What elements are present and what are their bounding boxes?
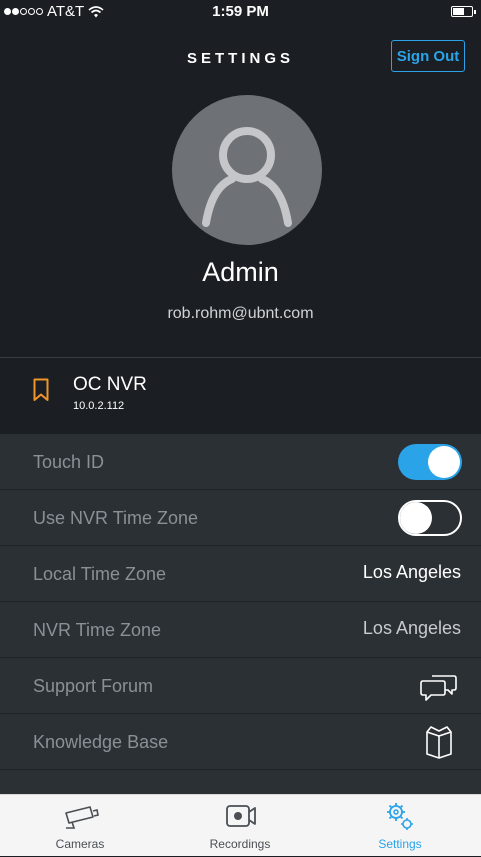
gears-icon: [387, 803, 413, 830]
nvr-time-zone-row: NVR Time Zone Los Angeles: [0, 602, 481, 658]
use-nvr-time-zone-row: Use NVR Time Zone: [0, 490, 481, 546]
local-time-zone-row[interactable]: Local Time Zone Los Angeles: [0, 546, 481, 602]
video-recording-icon: [226, 805, 256, 827]
support-forum-row[interactable]: Support Forum: [0, 658, 481, 714]
settings-list: Touch ID Use NVR Time Zone Local Time Zo…: [0, 434, 481, 794]
tab-recordings-label: Recordings: [209, 837, 271, 851]
sign-out-button[interactable]: Sign Out: [391, 40, 465, 72]
tab-recordings[interactable]: Recordings: [160, 795, 320, 857]
use-nvr-time-zone-toggle[interactable]: [398, 500, 462, 536]
touch-id-toggle[interactable]: [398, 444, 462, 480]
use-nvr-time-zone-label: Use NVR Time Zone: [33, 508, 199, 528]
camera-icon: [65, 806, 99, 829]
local-time-zone-label: Local Time Zone: [33, 564, 167, 584]
knowledge-base-label: Knowledge Base: [33, 732, 169, 752]
status-time: 1:59 PM: [212, 3, 269, 20]
support-forum-label: Support Forum: [33, 676, 154, 696]
chat-bubbles-icon: [420, 675, 457, 701]
touch-id-label: Touch ID: [33, 452, 105, 472]
tab-cameras[interactable]: Cameras: [0, 795, 160, 857]
nvr-ip: 10.0.2.112: [73, 400, 125, 412]
bookmark-icon: [33, 378, 49, 401]
nvr-selector[interactable]: OC NVR 10.0.2.112: [0, 358, 481, 434]
local-time-zone-value: Los Angeles: [362, 562, 461, 582]
tab-bar: Cameras Recordings Settings: [0, 794, 481, 856]
user-name: Admin: [202, 257, 279, 287]
tab-cameras-label: Cameras: [55, 837, 105, 851]
tab-settings-label: Settings: [378, 837, 422, 851]
touch-id-row: Touch ID: [0, 434, 481, 490]
user-icon: [202, 127, 292, 227]
status-bar: AT&T 1:59 PM: [0, 0, 481, 24]
knowledge-base-row[interactable]: Knowledge Base: [0, 714, 481, 770]
nvr-time-zone-label: NVR Time Zone: [33, 620, 162, 640]
user-email: rob.rohm@ubnt.com: [167, 305, 314, 322]
book-icon: [426, 726, 452, 759]
nvr-name: OC NVR: [73, 374, 147, 395]
nvr-time-zone-value: Los Angeles: [362, 618, 461, 638]
battery-icon: [451, 6, 476, 17]
tab-settings[interactable]: Settings: [320, 795, 480, 857]
avatar[interactable]: [172, 95, 322, 245]
